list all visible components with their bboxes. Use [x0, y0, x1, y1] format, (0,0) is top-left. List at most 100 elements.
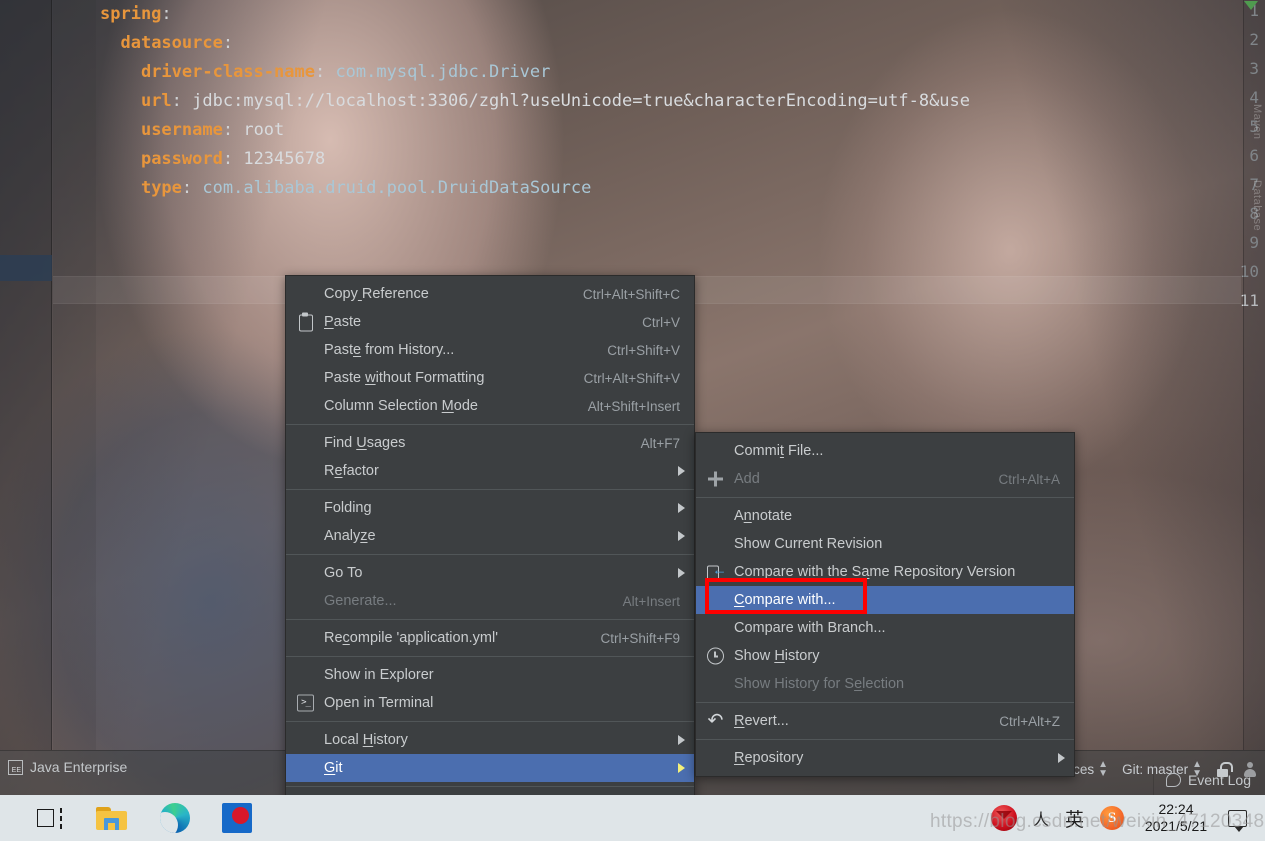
menu-item-label: Show in Explorer — [324, 667, 434, 683]
yaml-key: spring — [100, 4, 162, 24]
menu-separator — [286, 619, 694, 620]
menu-separator — [286, 721, 694, 722]
git-menu-item-repository[interactable]: Repository — [696, 744, 1074, 772]
menu-item-shortcut: Ctrl+V — [642, 314, 680, 330]
menu-item-go-to[interactable]: Go To — [286, 559, 694, 587]
menu-item-label: Folding — [324, 500, 372, 516]
spinner-icon: ▲▼ — [1098, 759, 1109, 779]
menu-item-label: Find Usages — [324, 435, 406, 451]
menu-item-paste-from-history[interactable]: Paste from History... Ctrl+Shift+V — [286, 336, 694, 364]
menu-item-shortcut: Ctrl+Alt+A — [998, 471, 1060, 487]
event-log-button[interactable]: Event Log — [1152, 765, 1265, 795]
yaml-key: driver-class-name — [140, 62, 315, 82]
ime-mode-indicator[interactable]: 英 — [1065, 805, 1084, 832]
microsoft-edge-icon[interactable] — [160, 803, 190, 833]
git-menu-item-compare-with-branch[interactable]: Compare with Branch... — [696, 614, 1074, 642]
terminal-icon: >_ — [297, 694, 314, 712]
git-menu-item-compare-with-the-same-repository-version[interactable]: Compare with the Same Repository Version — [696, 558, 1074, 586]
tool-window-label-maven[interactable]: Maven — [1251, 104, 1263, 140]
menu-item-refactor[interactable]: Refactor — [286, 457, 694, 485]
intellij-idea-icon[interactable] — [222, 803, 252, 833]
git-menu-item-commit-file[interactable]: Commit File... — [696, 437, 1074, 465]
file-explorer-icon[interactable] — [96, 805, 128, 831]
submenu-arrow-icon — [678, 466, 685, 476]
java-enterprise-label: Java Enterprise — [30, 759, 128, 775]
git-menu-item-annotate[interactable]: Annotate — [696, 502, 1074, 530]
editor-context-menu[interactable]: Copy Reference Ctrl+Alt+Shift+C Paste Ctrl+… — [285, 275, 695, 841]
menu-item-label: Show History for Selection — [734, 676, 905, 692]
menu-item-label: Compare with... — [734, 592, 836, 608]
yaml-key: type — [140, 178, 182, 198]
menu-item-label: Refactor — [324, 463, 379, 479]
git-submenu[interactable]: Commit File... Add Ctrl+Alt+A Annotate Show … — [695, 432, 1075, 777]
menu-item-label: Go To — [324, 565, 363, 581]
menu-item-git[interactable]: Git — [286, 754, 694, 782]
yaml-key: datasource — [120, 33, 223, 53]
menu-item-find-usages[interactable]: Find Usages Alt+F7 — [286, 429, 694, 457]
menu-item-analyze[interactable]: Analyze — [286, 522, 694, 550]
project-tool-window-stripe[interactable] — [0, 0, 52, 750]
notification-icon[interactable] — [1228, 809, 1247, 832]
menu-separator — [696, 497, 1074, 498]
taskbar-pinned-apps — [0, 803, 252, 833]
menu-item-local-history[interactable]: Local History — [286, 726, 694, 754]
menu-item-shortcut: Alt+Insert — [622, 593, 680, 609]
clock-time: 22:24 — [1158, 801, 1194, 817]
code-line: driver-class-name: com.mysql.jdbc.Driver — [140, 62, 551, 82]
menu-item-open-in-terminal[interactable]: >_ Open in Terminal — [286, 689, 694, 717]
git-menu-item-show-current-revision[interactable]: Show Current Revision — [696, 530, 1074, 558]
menu-item-label: Annotate — [734, 508, 793, 524]
menu-item-label: Local History — [324, 732, 408, 748]
inspection-status-ok-icon[interactable] — [1244, 1, 1258, 10]
menu-item-generate: Generate... Alt+Insert — [286, 587, 694, 615]
clock-icon — [707, 647, 724, 665]
code-line: spring: — [100, 4, 172, 24]
ime-caret-glyph: 人 — [1032, 812, 1049, 829]
project-tree-selected-node[interactable] — [0, 255, 52, 281]
git-menu-item-revert[interactable]: ↶ Revert... Ctrl+Alt+Z — [696, 707, 1074, 735]
git-menu-item-compare-with[interactable]: Compare with... — [696, 586, 1074, 614]
menu-item-label: Add — [734, 471, 760, 487]
desktop-screen: 1 2 3 4 5 6 7 8 9 10 11 spring: datasource: driver… — [0, 0, 1265, 841]
menu-item-shortcut: Alt+F7 — [640, 435, 680, 451]
menu-item-copy-reference[interactable]: Copy Reference Ctrl+Alt+Shift+C — [286, 280, 694, 308]
editor-gutter[interactable] — [53, 0, 96, 750]
menu-separator — [286, 554, 694, 555]
menu-item-paste[interactable]: Paste Ctrl+V — [286, 308, 694, 336]
menu-item-folding[interactable]: Folding — [286, 494, 694, 522]
menu-item-column-selection-mode[interactable]: Column Selection Mode Alt+Shift+Insert — [286, 392, 694, 420]
yaml-value: root — [233, 120, 285, 140]
status-bar-facet[interactable]: EE Java Enterprise — [8, 759, 127, 775]
menu-item-shortcut: Ctrl+Alt+Shift+V — [583, 370, 680, 386]
tim-icon[interactable] — [990, 805, 1017, 831]
git-menu-item-show-history-for-selection: Show History for Selection — [696, 670, 1074, 698]
taskbar-clock[interactable]: 22:24 2021/5/21 — [1140, 801, 1212, 835]
menu-item-paste-without-formatting[interactable]: Paste without Formatting Ctrl+Alt+Shift+V — [286, 364, 694, 392]
task-view-icon[interactable] — [36, 806, 64, 830]
yaml-value: com.alibaba.druid.pool.DruidDataSource — [192, 178, 592, 198]
menu-item-label: Paste — [324, 314, 362, 330]
yaml-value: com.mysql.jdbc.Driver — [325, 62, 551, 82]
sogou-ime-icon[interactable]: S — [1100, 806, 1124, 830]
menu-item-shortcut: Ctrl+Shift+V — [607, 342, 680, 358]
code-line: password: 12345678 — [140, 149, 326, 169]
event-log-label: Event Log — [1187, 772, 1251, 788]
clock-date: 2021/5/21 — [1144, 818, 1208, 834]
menu-item-label: Paste from History... — [324, 342, 455, 358]
menu-item-shortcut: Ctrl+Shift+F9 — [600, 630, 680, 646]
tool-window-label-database[interactable]: Database — [1251, 180, 1263, 231]
menu-item-label: Show History — [734, 648, 820, 664]
compare-same-revision-icon — [707, 563, 727, 581]
git-menu-item-show-history[interactable]: Show History — [696, 642, 1074, 670]
java-enterprise-icon: EE — [8, 759, 23, 775]
event-log-balloon-icon — [1165, 773, 1181, 787]
menu-separator — [286, 424, 694, 425]
menu-item-recompile-application-yml[interactable]: Recompile 'application.yml' Ctrl+Shift+F9 — [286, 624, 694, 652]
menu-item-show-in-explorer[interactable]: Show in Explorer — [286, 661, 694, 689]
submenu-arrow-icon — [678, 735, 685, 745]
menu-item-label: Git — [324, 760, 343, 776]
menu-item-label: Commit File... — [734, 443, 824, 459]
submenu-arrow-icon — [1058, 753, 1065, 763]
plus-icon — [707, 471, 724, 488]
submenu-arrow-icon — [678, 503, 685, 513]
